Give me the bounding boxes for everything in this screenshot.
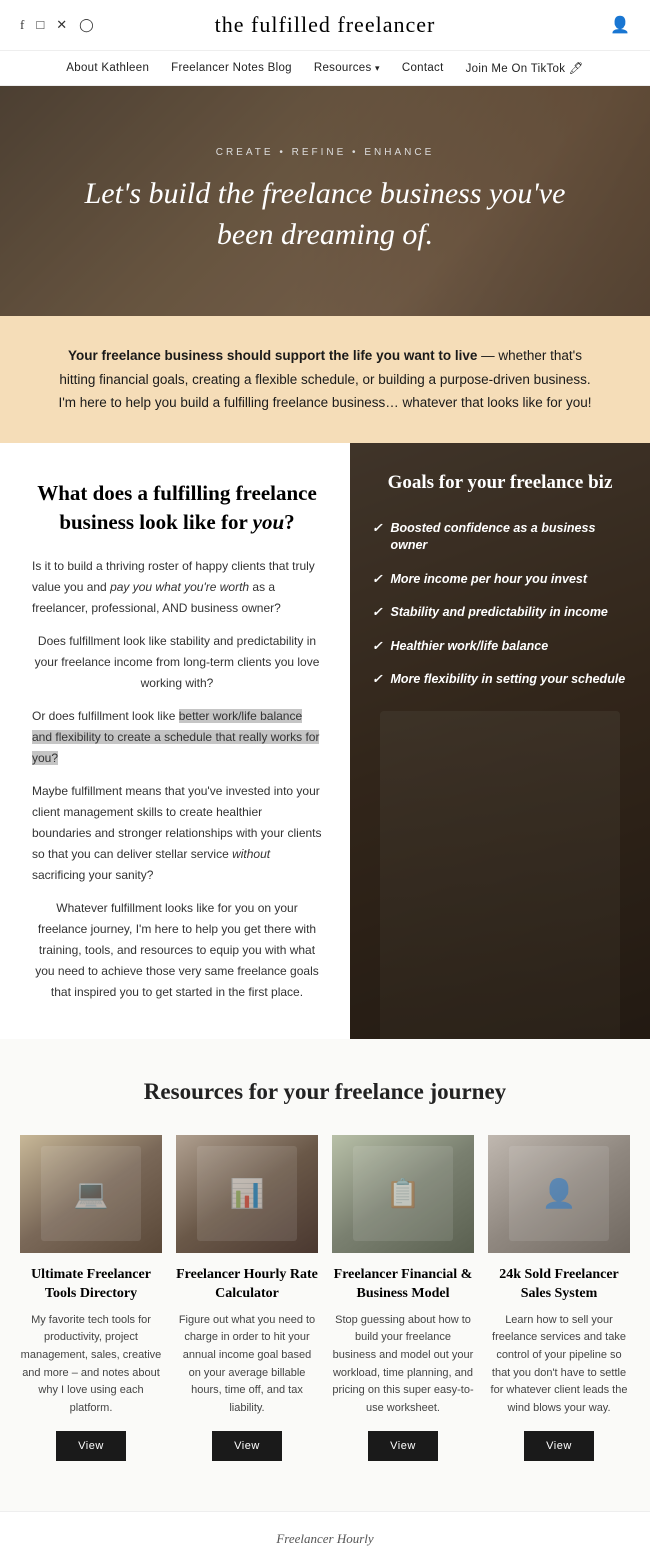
view-btn-4[interactable]: View (524, 1431, 594, 1461)
goal-item-1: ✓ Boosted confidence as a business owner (372, 520, 628, 555)
left-col: What does a fulfilling freelance busines… (0, 443, 350, 1039)
resources-title: Resources for your freelance journey (20, 1079, 630, 1105)
right-col: Goals for your freelance biz ✓ Boosted c… (350, 443, 650, 1039)
goal-item-2: ✓ More income per hour you invest (372, 571, 628, 589)
nav-blog[interactable]: Freelancer Notes Blog (171, 62, 292, 74)
twitter-icon[interactable]: ✕ (56, 17, 67, 33)
resources-section: Resources for your freelance journey 💻 U… (0, 1039, 650, 1512)
resource-title-4: 24k Sold Freelancer Sales System (488, 1265, 630, 1304)
footer: Freelancer Hourly (0, 1511, 650, 1566)
resource-card-4: 👤 24k Sold Freelancer Sales System Learn… (488, 1135, 630, 1462)
resource-card-2: 📊 Freelancer Hourly Rate Calculator Figu… (176, 1135, 318, 1462)
resources-grid: 💻 Ultimate Freelancer Tools Directory My… (20, 1135, 630, 1462)
view-btn-3[interactable]: View (368, 1431, 438, 1461)
hero-headline: Let's build the freelance business you'v… (60, 174, 590, 255)
resource-title-2: Freelancer Hourly Rate Calculator (176, 1265, 318, 1304)
view-btn-2[interactable]: View (212, 1431, 282, 1461)
social-icons: f □ ✕ ◯ (20, 17, 100, 33)
top-bar: f □ ✕ ◯ the fulfilled freelancer 👤 (0, 0, 650, 51)
left-heading: What does a fulfilling freelance busines… (32, 479, 322, 538)
resource-title-1: Ultimate Freelancer Tools Directory (20, 1265, 162, 1304)
goal-item-4: ✓ Healthier work/life balance (372, 638, 628, 656)
left-para-2: Does fulfillment look like stability and… (32, 631, 322, 694)
dropdown-arrow-icon: ▾ (375, 63, 380, 73)
left-para-1: Is it to build a thriving roster of happ… (32, 556, 322, 619)
resource-desc-3: Stop guessing about how to build your fr… (332, 1312, 474, 1418)
nav-contact[interactable]: Contact (402, 62, 444, 74)
intro-band: Your freelance business should support t… (0, 316, 650, 443)
pinterest-icon[interactable]: ◯ (79, 17, 94, 33)
hero-section: CREATE • REFINE • ENHANCE Let's build th… (0, 86, 650, 316)
goals-title: Goals for your freelance biz (372, 471, 628, 496)
resource-desc-2: Figure out what you need to charge in or… (176, 1312, 318, 1418)
resource-img-2: 📊 (176, 1135, 318, 1253)
resource-card-3: 📋 Freelancer Financial & Business Model … (332, 1135, 474, 1462)
check-icon-2: ✓ (372, 571, 382, 589)
left-para-4: Maybe fulfillment means that you've inve… (32, 781, 322, 886)
nav-resources[interactable]: Resources ▾ (314, 62, 380, 74)
intro-text: Your freelance business should support t… (50, 344, 600, 415)
resource-card-1: 💻 Ultimate Freelancer Tools Directory My… (20, 1135, 162, 1462)
resource-img-4: 👤 (488, 1135, 630, 1253)
hero-tagline: CREATE • REFINE • ENHANCE (60, 147, 590, 158)
goal-item-5: ✓ More flexibility in setting your sched… (372, 671, 628, 689)
footer-brand: Freelancer Hourly (276, 1531, 373, 1546)
check-icon-5: ✓ (372, 671, 382, 689)
check-icon-1: ✓ (372, 520, 382, 538)
resource-desc-1: My favorite tech tools for productivity,… (20, 1312, 162, 1418)
main-nav: About Kathleen Freelancer Notes Blog Res… (0, 51, 650, 86)
resource-img-3: 📋 (332, 1135, 474, 1253)
resource-img-1: 💻 (20, 1135, 162, 1253)
check-icon-4: ✓ (372, 638, 382, 656)
instagram-icon[interactable]: □ (36, 17, 44, 33)
facebook-icon[interactable]: f (20, 17, 24, 33)
nav-about[interactable]: About Kathleen (66, 62, 149, 74)
right-col-content: Goals for your freelance biz ✓ Boosted c… (350, 443, 650, 733)
left-para-5: Whatever fulfillment looks like for you … (32, 898, 322, 1003)
left-para-3: Or does fulfillment look like better wor… (32, 706, 322, 769)
intro-bold: Your freelance business should support t… (68, 348, 477, 363)
hero-content: CREATE • REFINE • ENHANCE Let's build th… (0, 127, 650, 275)
nav-tiktok[interactable]: Join Me On TikTok 🖊 (466, 61, 584, 75)
two-col-section: What does a fulfilling freelance busines… (0, 443, 650, 1039)
user-icon[interactable]: 👤 (610, 15, 630, 35)
goal-item-3: ✓ Stability and predictability in income (372, 604, 628, 622)
check-icon-3: ✓ (372, 604, 382, 622)
site-title: the fulfilled freelancer (100, 12, 550, 38)
resource-title-3: Freelancer Financial & Business Model (332, 1265, 474, 1304)
resource-desc-4: Learn how to sell your freelance service… (488, 1312, 630, 1418)
view-btn-1[interactable]: View (56, 1431, 126, 1461)
